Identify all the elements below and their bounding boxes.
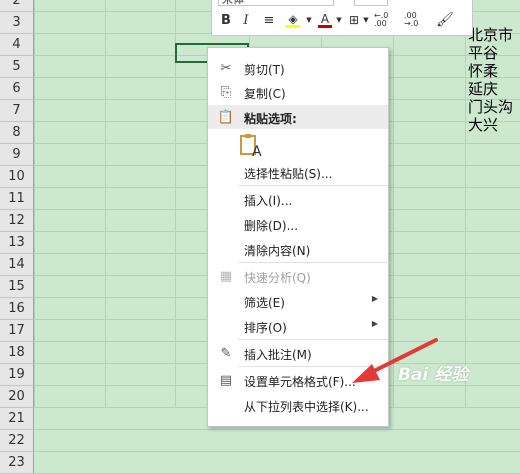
- row-header[interactable]: 19: [0, 364, 34, 386]
- align-center-button[interactable]: ≡: [260, 10, 278, 30]
- menu-item-label: 粘贴选项:: [244, 112, 297, 126]
- font-color-letter: A: [320, 11, 330, 26]
- bold-button[interactable]: B: [218, 10, 234, 30]
- italic-button[interactable]: I: [238, 10, 254, 30]
- menu-item-label: 快速分析(Q): [244, 271, 311, 285]
- row-header[interactable]: 23: [0, 452, 34, 474]
- cell-value[interactable]: 门头沟: [468, 98, 520, 116]
- paste-options-header: 📋 粘贴选项:: [208, 105, 388, 129]
- copy-icon: ⎘: [220, 84, 232, 100]
- paint-bucket-icon: ◈: [288, 11, 298, 26]
- cell-value[interactable]: 大兴: [468, 116, 520, 134]
- menu-item-sort[interactable]: 排序(O) ▶: [208, 314, 388, 338]
- menu-item-label: 插入(I)...: [244, 194, 293, 208]
- mini-toolbar: 宋体 B I ≡ ◈ ▼ A ▼ ⊞ ▼ ←.0 .00 .00 →.0 🖌: [211, 0, 473, 36]
- quick-analysis-icon: ▦: [219, 268, 233, 284]
- row-header[interactable]: 2: [0, 0, 34, 12]
- menu-separator: [238, 262, 388, 263]
- menu-item-label: 筛选(E): [244, 296, 285, 310]
- grid-line: [105, 0, 106, 408]
- row-header[interactable]: 14: [0, 254, 34, 276]
- menu-separator: [238, 185, 388, 186]
- cell-values-column: 北京市 平谷 怀柔 延庆 门头沟 大兴: [468, 26, 520, 134]
- menu-item-filter[interactable]: 筛选(E) ▶: [208, 289, 388, 313]
- cell-value[interactable]: 北京市: [468, 26, 520, 44]
- menu-item-insert-comment[interactable]: ✎ 插入批注(M): [208, 341, 388, 365]
- row-header[interactable]: 22: [0, 430, 34, 452]
- paste-text-only-icon: A: [240, 134, 262, 160]
- borders-dropdown-icon[interactable]: ▼: [362, 10, 370, 30]
- menu-separator: [238, 366, 388, 367]
- menu-item-clear-contents[interactable]: 清除内容(N): [208, 237, 388, 261]
- row-header[interactable]: 13: [0, 232, 34, 254]
- row-header[interactable]: 3: [0, 12, 34, 34]
- grid-line: [393, 0, 394, 408]
- menu-item-label: 选择性粘贴(S)...: [244, 167, 333, 181]
- borders-icon[interactable]: ⊞: [346, 10, 362, 30]
- row-header[interactable]: 9: [0, 144, 34, 166]
- submenu-arrow-icon: ▶: [371, 319, 378, 328]
- font-size-input[interactable]: [354, 0, 388, 6]
- menu-item-label: 设置单元格格式(F)...: [244, 375, 356, 389]
- menu-item-label: 删除(D)...: [244, 219, 299, 233]
- menu-item-quick-analysis: ▦ 快速分析(Q): [208, 264, 388, 288]
- grid-line: [34, 451, 520, 452]
- scissors-icon: ✂: [220, 60, 232, 76]
- row-header[interactable]: 11: [0, 188, 34, 210]
- row-header[interactable]: 5: [0, 56, 34, 78]
- increase-decimal-button[interactable]: ←.0 .00: [374, 10, 400, 30]
- baidu-watermark: Bai 经验: [398, 365, 469, 385]
- font-color-dropdown-icon[interactable]: ▼: [335, 10, 343, 30]
- menu-item-pick-from-list[interactable]: 从下拉列表中选择(K)...: [208, 393, 388, 417]
- menu-item-label: 清除内容(N): [244, 244, 311, 258]
- menu-item-label: 剪切(T): [244, 63, 285, 77]
- fill-color-bar: [286, 24, 300, 28]
- menu-item-format-cells[interactable]: ▤ 设置单元格格式(F)...: [208, 368, 388, 392]
- fill-color-dropdown-icon[interactable]: ▼: [305, 10, 313, 30]
- menu-item-cut[interactable]: ✂ 剪切(T): [208, 56, 388, 80]
- row-header[interactable]: 17: [0, 320, 34, 342]
- menu-item-insert[interactable]: 插入(I)...: [208, 187, 388, 211]
- menu-item-copy[interactable]: ⎘ 复制(C): [208, 80, 388, 104]
- font-color-button[interactable]: A: [316, 10, 334, 30]
- decrease-decimal-button[interactable]: .00 →.0: [404, 10, 430, 30]
- row-header[interactable]: 12: [0, 210, 34, 232]
- context-menu: ✂ 剪切(T) ⎘ 复制(C) 📋 粘贴选项: A 选择性粘贴(S)... 插入…: [207, 47, 389, 427]
- row-header[interactable]: 21: [0, 408, 34, 430]
- row-header[interactable]: 8: [0, 122, 34, 144]
- format-cells-icon: ▤: [219, 372, 233, 388]
- row-header[interactable]: 16: [0, 298, 34, 320]
- grid-line: [34, 429, 520, 430]
- menu-item-paste-special[interactable]: 选择性粘贴(S)...: [208, 160, 388, 184]
- row-header[interactable]: 6: [0, 78, 34, 100]
- row-header[interactable]: 7: [0, 100, 34, 122]
- comment-icon: ✎: [220, 345, 232, 361]
- row-header[interactable]: 18: [0, 342, 34, 364]
- menu-item-label: 复制(C): [244, 87, 286, 101]
- grid-line: [465, 0, 466, 408]
- submenu-arrow-icon: ▶: [371, 294, 378, 303]
- fill-color-button[interactable]: ◈: [282, 10, 304, 30]
- menu-item-delete[interactable]: 删除(D)...: [208, 212, 388, 236]
- cell-value[interactable]: 延庆: [468, 80, 520, 98]
- svg-text:A: A: [252, 144, 262, 158]
- clipboard-icon: 📋: [217, 109, 235, 125]
- menu-separator: [238, 339, 388, 340]
- row-header[interactable]: 20: [0, 386, 34, 408]
- row-header[interactable]: 10: [0, 166, 34, 188]
- cell-value[interactable]: 平谷: [468, 44, 520, 62]
- font-color-bar: [318, 24, 332, 28]
- grid-line: [34, 0, 35, 408]
- paste-option-keep-text-button[interactable]: A: [238, 132, 278, 160]
- menu-item-label: 从下拉列表中选择(K)...: [244, 400, 369, 414]
- font-name-input[interactable]: 宋体: [218, 0, 334, 6]
- row-header[interactable]: 4: [0, 34, 34, 56]
- menu-item-label: 插入批注(M): [244, 348, 312, 362]
- menu-item-label: 排序(O): [244, 321, 287, 335]
- row-header[interactable]: 15: [0, 276, 34, 298]
- cell-value[interactable]: 怀柔: [468, 62, 520, 80]
- format-painter-icon[interactable]: 🖌: [434, 10, 456, 30]
